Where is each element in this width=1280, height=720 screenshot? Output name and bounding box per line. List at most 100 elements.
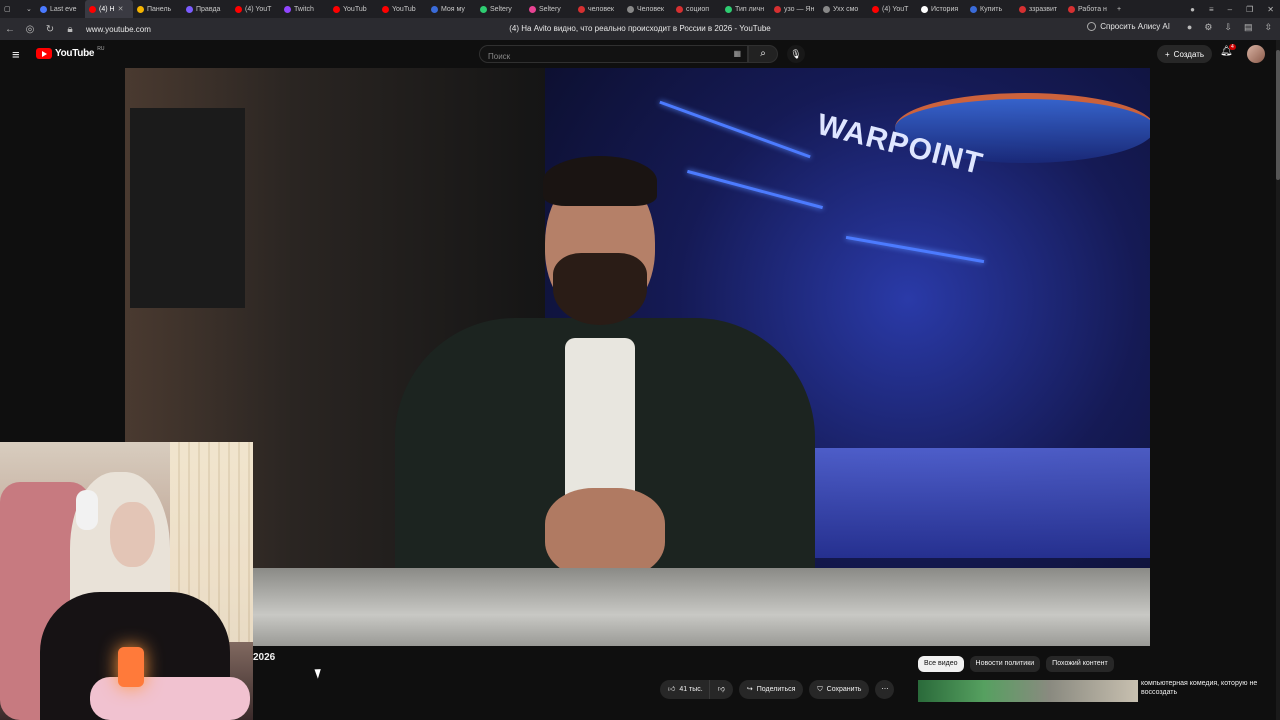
search-icon: ⌕ [760, 48, 766, 59]
new-tab-button[interactable]: + [1113, 0, 1125, 18]
create-button[interactable]: + Создать [1157, 45, 1213, 63]
browser-tab[interactable]: Selterу [476, 0, 525, 18]
browser-tab[interactable]: YouTub [329, 0, 378, 18]
tab-favicon-icon [774, 5, 781, 13]
recommendation-title[interactable]: компьютерная комедия, которую не воссозд… [1141, 679, 1276, 697]
voice-search-button[interactable]: 🎙︎ [787, 45, 805, 63]
browser-tab[interactable]: (4) Н ✕ [85, 0, 133, 18]
tab-favicon-icon [235, 5, 242, 13]
chip-politics-news[interactable]: Новости политики [969, 656, 1041, 672]
alice-label: Спросить Алису AI [1100, 22, 1170, 31]
like-count: 41 тыс. [679, 686, 703, 693]
youtube-play-icon [36, 48, 52, 59]
reload-icon[interactable]: ↻ [40, 24, 60, 35]
browser-tab[interactable]: социоп [672, 0, 721, 18]
browser-tab[interactable]: Человек [623, 0, 672, 18]
video-title: 2026 [253, 652, 276, 663]
browser-tab[interactable]: (4) YouT [231, 0, 280, 18]
like-button[interactable]: 👍︎ 41 тыс. [660, 680, 709, 699]
streamer-webcam [0, 442, 253, 720]
browser-tab[interactable]: Тип личн [721, 0, 770, 18]
tab-favicon-icon [823, 5, 830, 13]
tab-dropdown[interactable]: ⌄ [22, 0, 36, 18]
tab-favicon-icon [1019, 5, 1026, 13]
more-actions-button[interactable]: ⋯ [875, 680, 895, 699]
tabs-icon[interactable]: ▤ [1244, 22, 1253, 33]
presenter-hands [545, 488, 665, 578]
browser-tab[interactable]: Правда [182, 0, 231, 18]
browser-tab[interactable]: Last eve [36, 0, 85, 18]
search-button[interactable]: ⌕ [748, 45, 778, 63]
download-icon[interactable]: ⇩ [1224, 22, 1232, 33]
gear-icon[interactable]: ⚙ [1204, 22, 1212, 33]
browser-tab[interactable]: Панель [133, 0, 182, 18]
youtube-logo[interactable]: YouTube RU [36, 46, 104, 59]
avatar[interactable] [1247, 45, 1265, 63]
menu-icon[interactable]: ≡ [1209, 5, 1214, 14]
scrollbar-thumb[interactable] [1276, 50, 1280, 180]
table-newspapers [125, 568, 1150, 646]
tab-label: Тип личн [735, 5, 765, 13]
tab-favicon-icon [333, 5, 340, 13]
tab-label: социоп [686, 5, 710, 13]
scene-floor [785, 448, 1150, 558]
save-button[interactable]: ⛉ Сохранить [809, 680, 870, 699]
hamburger-menu-icon[interactable]: ≡ [12, 47, 20, 62]
candle [118, 647, 144, 687]
extension-icon[interactable]: ● [1187, 22, 1192, 33]
search-input[interactable] [480, 48, 710, 65]
browser-tab[interactable]: YouTub [378, 0, 427, 18]
profile-icon[interactable]: ● [1190, 5, 1195, 14]
back-icon[interactable]: ← [0, 24, 20, 35]
share-button[interactable]: ↪ Поделиться [738, 680, 804, 699]
tab-label: (4) YouT [245, 5, 272, 13]
chip-similar-content[interactable]: Похожий контент [1046, 656, 1114, 672]
alice-button[interactable]: Спросить Алису AI [1087, 22, 1170, 31]
browser-tab[interactable]: ззразвит [1015, 0, 1064, 18]
tab-label: Панель [147, 5, 172, 13]
notification-badge: 4 [1229, 44, 1236, 50]
tab-favicon-icon [578, 5, 585, 13]
browser-tab[interactable]: узо — Ян [770, 0, 819, 18]
tab-label: человек [588, 5, 614, 13]
scene-photo-board [130, 108, 245, 308]
dislike-button[interactable]: 👎︎ [708, 680, 733, 699]
yandex-icon[interactable]: ◎ [20, 24, 40, 35]
tab-favicon-icon [627, 5, 634, 13]
browser-tab[interactable]: Ухх смо [819, 0, 868, 18]
recommendation-thumbnail[interactable] [918, 680, 1138, 702]
plus-icon: + [1165, 49, 1170, 59]
browser-tab[interactable]: История [917, 0, 966, 18]
recommendation-chips: Все видео Новости политики Похожий конте… [918, 656, 1114, 672]
thumbs-down-icon: 👎︎ [717, 686, 725, 693]
close-icon[interactable]: ✕ [1267, 5, 1274, 14]
minimize-icon[interactable]: – [1228, 5, 1232, 14]
browser-tab[interactable]: Работа н [1064, 0, 1113, 18]
browser-tab[interactable]: Моя му [427, 0, 476, 18]
tab-favicon-icon [872, 5, 879, 13]
browser-tab[interactable]: (4) YouT [868, 0, 917, 18]
tab-favicon-icon [676, 5, 683, 13]
scroll-icon[interactable]: ⇳ [1264, 22, 1272, 33]
logo-text: YouTube [55, 48, 95, 59]
tab-label: Twitch [294, 5, 314, 13]
address-bar-icons: ● ⚙ ⇩ ▤ ⇳ [1187, 22, 1272, 33]
chip-all-videos[interactable]: Все видео [918, 656, 964, 672]
url-text[interactable]: www.youtube.com [86, 25, 151, 34]
save-label: Сохранить [826, 686, 862, 693]
tab-label: Правда [196, 5, 221, 13]
tab-label: Last eve [50, 5, 77, 13]
alice-icon [1087, 22, 1097, 31]
browser-tab[interactable]: Twitch [280, 0, 329, 18]
browser-tab[interactable]: Selterу [525, 0, 574, 18]
video-player[interactable]: WARPOINT [125, 68, 1150, 646]
keyboard-icon[interactable]: ▦ [733, 49, 741, 58]
browser-tab[interactable]: Купить [966, 0, 1015, 18]
restore-icon[interactable]: ❐ [1246, 5, 1253, 14]
window-controls: ● ≡ – ❐ ✕ [1190, 0, 1274, 18]
tab-favicon-icon [431, 5, 438, 13]
tab-close-icon[interactable]: ✕ [118, 5, 124, 13]
more-icon: ⋯ [881, 686, 889, 693]
tab-menu[interactable]: ▢ [0, 0, 22, 18]
browser-tab[interactable]: человек [574, 0, 623, 18]
